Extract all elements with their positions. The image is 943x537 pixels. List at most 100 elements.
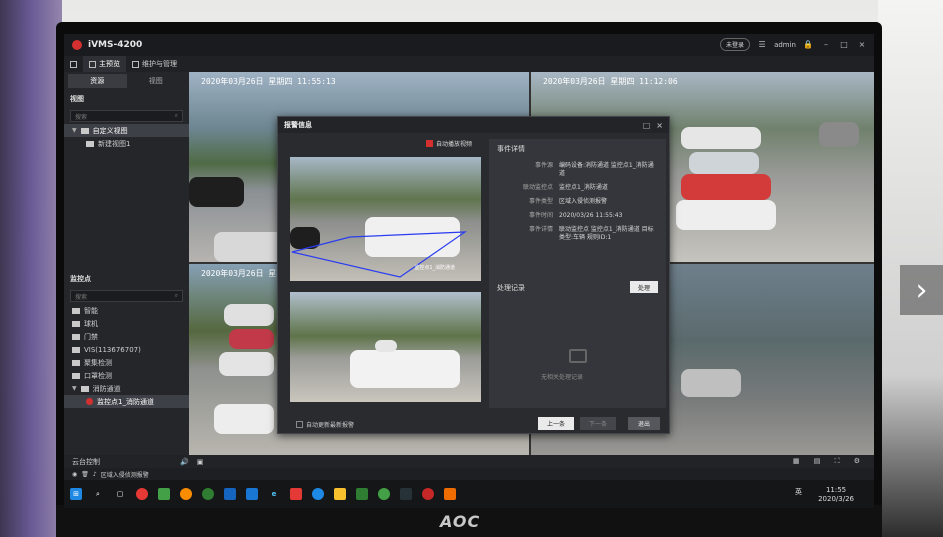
task-view-icon[interactable]: ▢ bbox=[114, 488, 126, 500]
close-icon[interactable]: × bbox=[656, 121, 663, 130]
folder-icon bbox=[80, 385, 89, 392]
empty-record-icon bbox=[569, 349, 587, 363]
video-timestamp: 2020年03月26日 星期 bbox=[201, 269, 285, 278]
screenshot-icon[interactable]: ▣ bbox=[197, 458, 204, 466]
taskbar: ⊞ ⌕ ▢ e 英 11:55 2020/3/26 bbox=[64, 480, 874, 508]
tab-main-preview[interactable]: 主预览 bbox=[83, 56, 126, 72]
minimize-icon[interactable]: – bbox=[820, 39, 832, 51]
preview-icon bbox=[89, 60, 96, 68]
folder-icon bbox=[72, 333, 80, 340]
prev-button[interactable]: 上一条 bbox=[538, 417, 574, 430]
snapshot-label: 监控点1_消防通道 bbox=[414, 265, 455, 271]
alarm-video[interactable] bbox=[290, 292, 481, 402]
detail-row: 事件详情 联动监控点 监控点1_消防通道 目标类型:车辆 规则ID:1 bbox=[528, 226, 654, 241]
tree-item-group[interactable]: 球机 bbox=[64, 317, 189, 330]
title-bar: iVMS-4200 未登录 ☰ admin 🔒 – □ × bbox=[64, 34, 874, 56]
user-name[interactable]: admin bbox=[774, 41, 796, 49]
camera-icon bbox=[86, 398, 93, 405]
login-status-pill[interactable]: 未登录 bbox=[720, 38, 751, 51]
layout-icons[interactable]: ▦ ▤ ⛶ ⚙ bbox=[793, 457, 866, 466]
alarm-snapshot[interactable]: 监控点1_消防通道 bbox=[290, 157, 481, 281]
next-arrow-icon[interactable]: › bbox=[900, 265, 943, 315]
process-heading: 处理记录 bbox=[497, 284, 525, 292]
app-icon[interactable] bbox=[400, 488, 412, 500]
ptz-label[interactable]: 云台控制 bbox=[72, 457, 100, 467]
trash-icon[interactable]: 🗑 bbox=[81, 471, 89, 478]
view-section-title: 视图 bbox=[70, 95, 84, 103]
tree-item-group[interactable]: 聚集检测 bbox=[64, 356, 189, 369]
app-icon[interactable] bbox=[290, 488, 302, 500]
monitor-brand-logo: AOC bbox=[440, 512, 481, 531]
tab-view[interactable]: 视图 bbox=[127, 74, 186, 88]
close-icon[interactable]: × bbox=[856, 39, 868, 51]
tree-item-group[interactable]: 门禁 bbox=[64, 330, 189, 343]
search-icon[interactable]: ⌕ bbox=[175, 292, 178, 300]
video-timestamp: 2020年03月26日 星期四 11:55:13 bbox=[201, 77, 336, 86]
volume-icon[interactable]: 🔊 bbox=[180, 458, 189, 466]
alarm-icon[interactable]: ◉ bbox=[72, 471, 77, 478]
search-icon[interactable]: ⌕ bbox=[175, 112, 178, 120]
monitor-section-title: 监控点 bbox=[70, 275, 91, 283]
folder-icon bbox=[72, 307, 80, 314]
lock-icon[interactable]: 🔒 bbox=[802, 39, 814, 51]
explorer-icon[interactable] bbox=[334, 488, 346, 500]
exit-button[interactable]: 退出 bbox=[628, 417, 660, 430]
checkbox-checked-icon[interactable] bbox=[426, 140, 433, 147]
outlook-icon[interactable] bbox=[224, 488, 236, 500]
next-button[interactable]: 下一条 bbox=[580, 417, 616, 430]
auto-refresh-checkbox[interactable]: 自动更新最新报警 bbox=[296, 420, 354, 429]
ivms-icon[interactable] bbox=[422, 488, 434, 500]
tree-item-group[interactable]: VIS(113676707) bbox=[64, 343, 189, 356]
browser-icon[interactable] bbox=[180, 488, 192, 500]
folder-icon bbox=[72, 346, 80, 353]
excel-icon[interactable] bbox=[356, 488, 368, 500]
app-icon[interactable] bbox=[312, 488, 324, 500]
alarm-text[interactable]: 区域入侵侦测报警 bbox=[101, 470, 149, 479]
detection-region bbox=[291, 231, 468, 278]
app-icon[interactable] bbox=[444, 488, 456, 500]
tree-item-camera[interactable]: 监控点1_消防通道 bbox=[64, 395, 189, 408]
monitor-search-input[interactable]: 搜索 ⌕ bbox=[70, 290, 183, 302]
checkbox-unchecked-icon[interactable] bbox=[296, 421, 303, 428]
maintenance-icon bbox=[132, 60, 139, 68]
tab-resource[interactable]: 资源 bbox=[68, 74, 127, 88]
detail-row: 事件时间 2020/03/26 11:55:43 bbox=[528, 212, 623, 219]
ime-indicator[interactable]: 英 bbox=[795, 488, 802, 497]
expand-arrow-icon[interactable]: ▼ bbox=[72, 127, 77, 134]
app-icon[interactable] bbox=[158, 488, 170, 500]
screen: iVMS-4200 未登录 ☰ admin 🔒 – □ × 主预览 维护与管理 … bbox=[64, 34, 874, 508]
grid-menu-icon[interactable] bbox=[64, 56, 83, 72]
sound-icon[interactable]: ♪ bbox=[93, 471, 97, 478]
wechat-icon[interactable] bbox=[378, 488, 390, 500]
autoplay-checkbox[interactable]: 自动播放视频 bbox=[426, 139, 472, 148]
view-icon bbox=[86, 140, 94, 147]
tree-item-custom-view[interactable]: ▼ 自定义视图 bbox=[64, 124, 189, 137]
alarm-bar: ◉ 🗑 ♪ 区域入侵侦测报警 bbox=[64, 468, 874, 480]
search-icon[interactable]: ⌕ bbox=[92, 488, 104, 500]
ie-icon[interactable]: e bbox=[268, 488, 280, 500]
left-panel: 资源 视图 视图 搜索 ⌕ ▼ 自定义视图 新建视图1 监控点 搜索 ⌕ 智能 … bbox=[64, 72, 189, 467]
alarm-dialog: 报警信息 □ × 自动播放视频 监控点1_消防通道 事件详情 事件源 编码设备:消防… bbox=[277, 116, 670, 434]
tree-item-group[interactable]: 口罩检测 bbox=[64, 369, 189, 382]
tab-maintenance[interactable]: 维护与管理 bbox=[126, 56, 183, 72]
app-icon[interactable] bbox=[202, 488, 214, 500]
tree-item-group[interactable]: 智能 bbox=[64, 304, 189, 317]
resource-tabs: 资源 视图 bbox=[68, 74, 185, 88]
system-tray[interactable]: 英 11:55 2020/3/26 bbox=[795, 486, 854, 504]
word-icon[interactable] bbox=[246, 488, 258, 500]
tree-item-new-view[interactable]: 新建视图1 bbox=[64, 137, 189, 150]
menu-icon[interactable]: ☰ bbox=[756, 39, 768, 51]
windows-start-icon[interactable]: ⊞ bbox=[70, 488, 82, 500]
dialog-title-bar: 报警信息 □ × bbox=[278, 117, 669, 133]
maximize-icon[interactable]: □ bbox=[838, 39, 850, 51]
view-search-input[interactable]: 搜索 ⌕ bbox=[70, 110, 183, 122]
clock-date: 2020/3/26 bbox=[818, 495, 854, 503]
chrome-icon[interactable] bbox=[136, 488, 148, 500]
event-detail-panel: 事件详情 事件源 编码设备:消防通道 监控点1_消防通道 联动监控点 监控点1_消防… bbox=[489, 139, 666, 408]
maximize-icon[interactable]: □ bbox=[643, 121, 651, 130]
expand-arrow-icon[interactable]: ▼ bbox=[72, 385, 77, 392]
process-button[interactable]: 处理 bbox=[630, 281, 658, 293]
detail-row: 联动监控点 监控点1_消防通道 bbox=[522, 184, 608, 191]
ptz-bar: 云台控制 🔊 ▣ ▦ ▤ ⛶ ⚙ bbox=[64, 455, 874, 468]
tree-item-group[interactable]: ▼ 消防通道 bbox=[64, 382, 189, 395]
